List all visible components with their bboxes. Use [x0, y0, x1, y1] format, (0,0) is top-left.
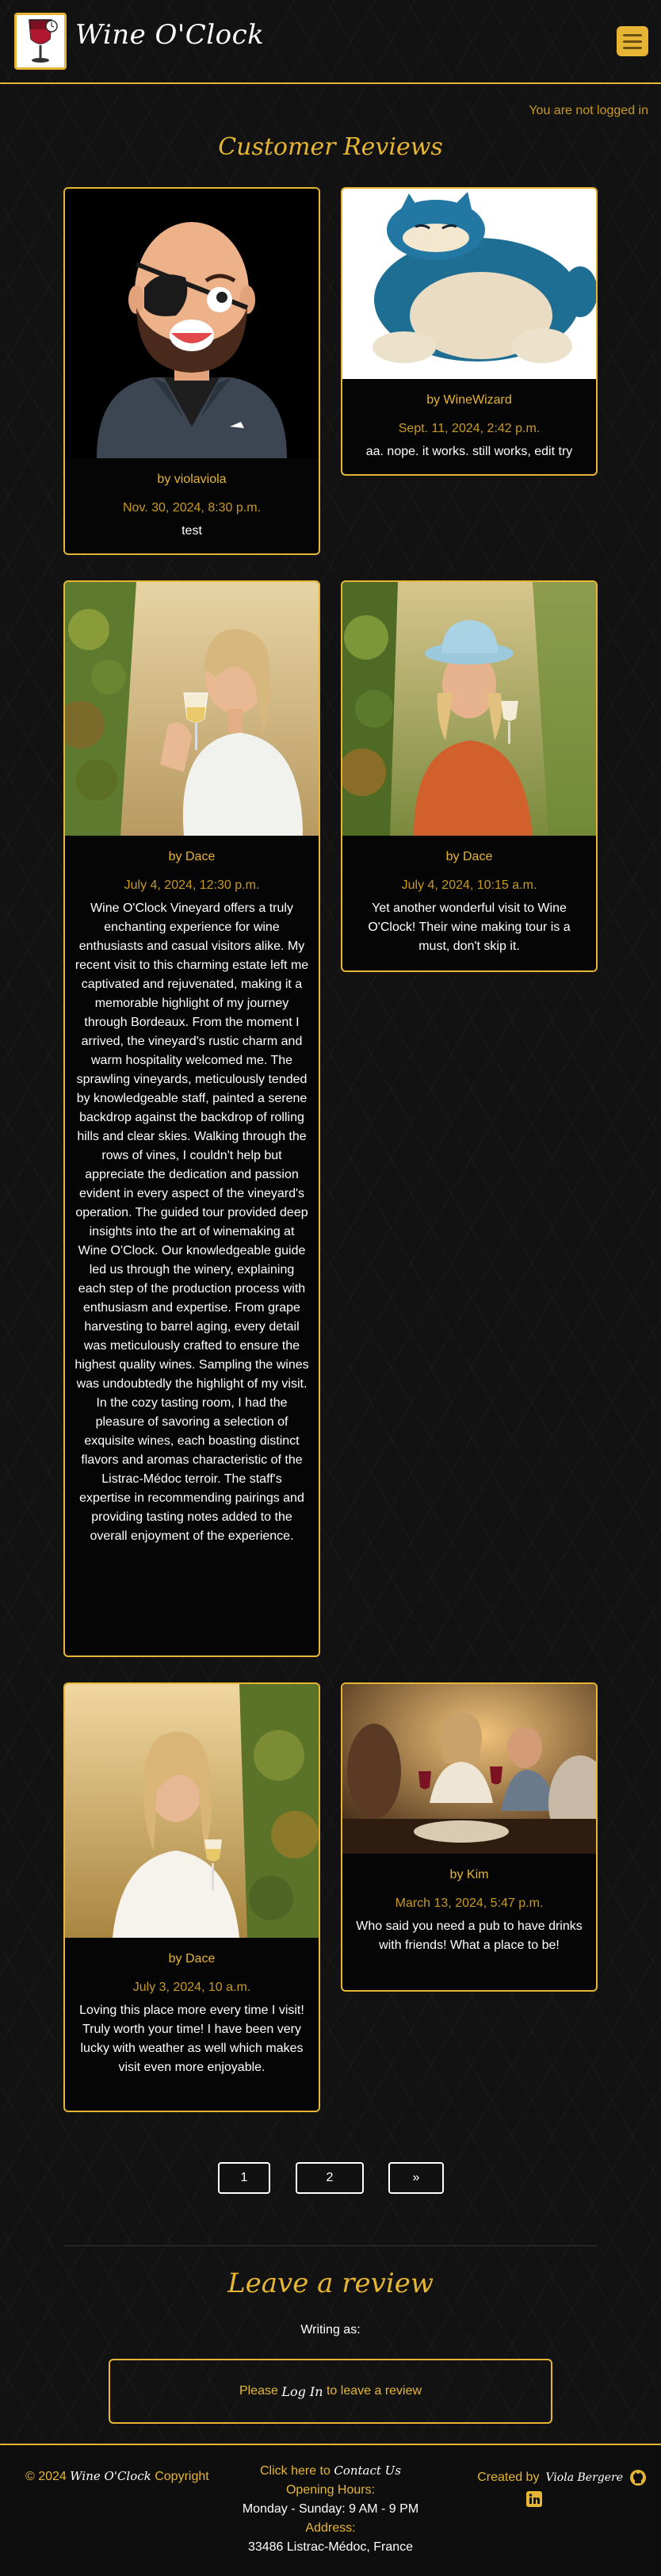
login-status: You are not logged in: [529, 104, 648, 117]
github-icon[interactable]: [629, 2469, 647, 2486]
review-text: Who said you need a pub to have drinks w…: [356, 1920, 583, 1952]
review-card: by Kim March 13, 2024, 5:47 p.m. Who sai…: [341, 1682, 598, 1992]
review-image: [342, 189, 596, 379]
site-footer: © 2024 Wine O'Clock Copyright Click here…: [0, 2444, 661, 2576]
review-image: [65, 1684, 319, 1938]
review-date: July 4, 2024, 12:30 p.m.: [124, 878, 260, 892]
review-text: Loving this place more every time I visi…: [79, 2004, 304, 2074]
review-author: by Kim: [449, 1868, 489, 1881]
page-title: Customer Reviews: [218, 133, 443, 161]
writing-as-label: Writing as:: [300, 2323, 361, 2337]
section-divider: [63, 2245, 598, 2246]
review-avatar-image: [65, 189, 319, 458]
login-prompt-box: Please Log In to leave a review: [109, 2359, 552, 2424]
review-text: Yet another wonderful visit to Wine O'Cl…: [368, 901, 571, 953]
review-date: July 4, 2024, 10:15 a.m.: [401, 878, 537, 892]
review-image: [342, 1684, 596, 1854]
review-card: by Dace July 4, 2024, 12:30 p.m. Wine O'…: [63, 580, 320, 1657]
footer-credits: Created by Viola Bergere: [477, 2469, 647, 2507]
review-author: by Dace: [445, 850, 493, 863]
review-text: test: [181, 524, 202, 538]
creator-name: Viola Bergere: [545, 2471, 623, 2484]
review-card: by Dace July 3, 2024, 10 a.m. Loving thi…: [63, 1682, 320, 2112]
review-author: by Dace: [168, 850, 216, 863]
review-date: Nov. 30, 2024, 8:30 p.m.: [122, 501, 262, 515]
linkedin-icon[interactable]: [526, 2491, 543, 2507]
review-image: [342, 582, 596, 836]
review-text: Wine O'Clock Vineyard offers a truly enc…: [75, 901, 309, 1543]
pagination-page-2[interactable]: 2: [296, 2162, 364, 2194]
site-header: Wine O'Clock: [0, 0, 661, 84]
review-text: aa. nope. it works. still works, edit tr…: [365, 445, 573, 458]
review-author: by violaviola: [157, 473, 227, 486]
address-value: 33486 Listrac-Médoc, France: [247, 2540, 414, 2554]
review-card: by violaviola Nov. 30, 2024, 8:30 p.m. t…: [63, 187, 320, 555]
leave-review-title: Leave a review: [227, 2268, 434, 2299]
brand-name[interactable]: Wine O'Clock: [75, 19, 264, 51]
review-author: by Dace: [168, 1952, 216, 1965]
review-date: Sept. 11, 2024, 2:42 p.m.: [398, 422, 541, 435]
menu-icon[interactable]: [617, 26, 648, 56]
wine-glass-logo: [29, 19, 58, 63]
contact-prefix: Click here to: [259, 2464, 330, 2478]
contact-link[interactable]: Contact Us: [334, 2463, 401, 2478]
review-image: [65, 582, 319, 836]
review-card: by WineWizard Sept. 11, 2024, 2:42 p.m. …: [341, 187, 598, 476]
page: Wine O'Clock You are not logged in Custo…: [0, 0, 661, 2576]
pagination-next[interactable]: »: [388, 2162, 444, 2194]
pagination-page-1[interactable]: 1: [218, 2162, 270, 2194]
review-date: March 13, 2024, 5:47 p.m.: [395, 1897, 544, 1910]
login-link[interactable]: Log In: [281, 2384, 323, 2399]
created-prefix: Created by: [477, 2471, 540, 2484]
review-date: July 3, 2024, 10 a.m.: [132, 1981, 251, 1994]
review-author: by WineWizard: [426, 393, 512, 407]
address-label: Address:: [305, 2521, 356, 2535]
login-prompt-before: Please: [239, 2384, 278, 2398]
review-card: by Dace July 4, 2024, 10:15 a.m. Yet ano…: [341, 580, 598, 972]
brand-logo[interactable]: [14, 13, 67, 70]
login-prompt-after: to leave a review: [326, 2384, 422, 2398]
